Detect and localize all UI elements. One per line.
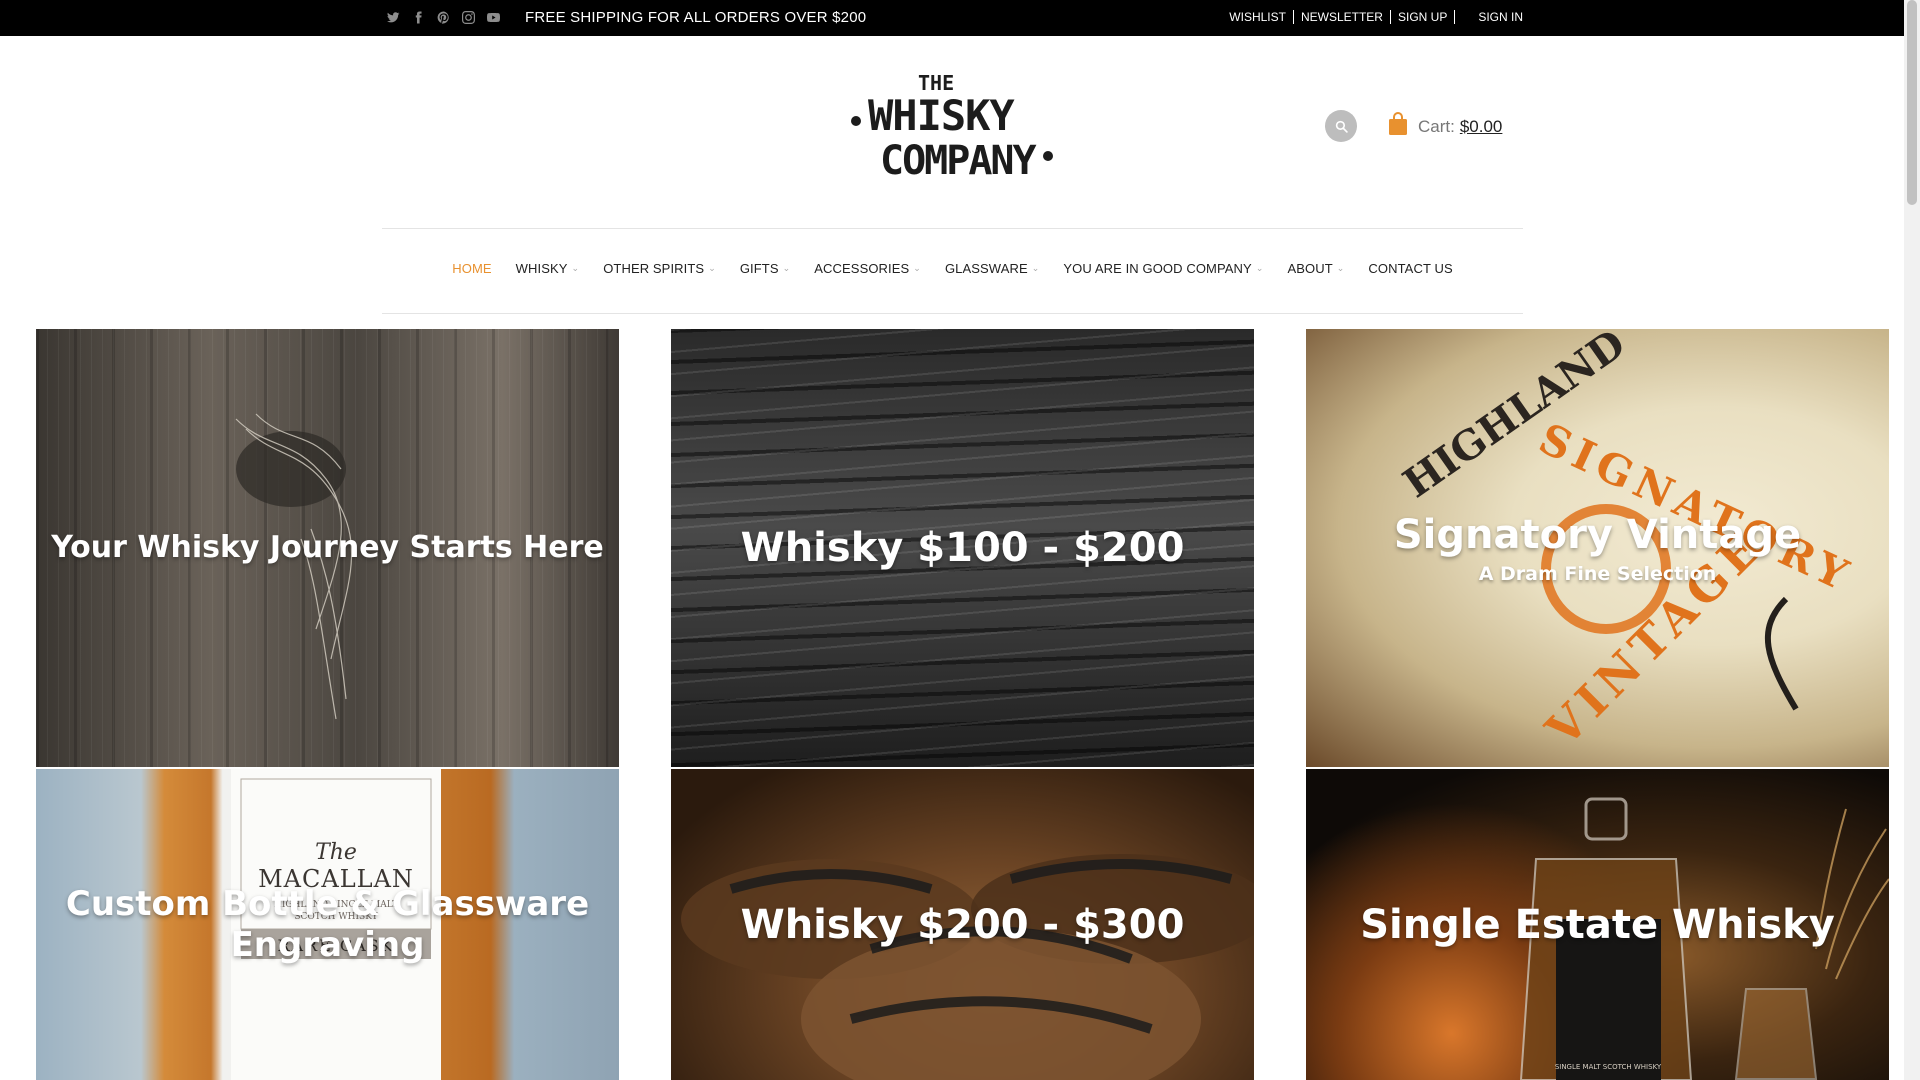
account-links: WISHLIST NEWSLETTER SIGN UP SIGN IN	[1229, 10, 1523, 24]
chevron-down-icon: ⌄	[708, 262, 716, 273]
twitter-icon[interactable]	[385, 9, 402, 26]
nav-item-home[interactable]: HOME	[440, 261, 503, 276]
social-links	[385, 9, 502, 26]
tile-subtitle: A Dram Fine Selection	[1478, 563, 1717, 585]
search-button[interactable]	[1325, 110, 1357, 142]
svg-text:The: The	[315, 840, 357, 865]
tile-single-estate[interactable]: SINGLE MALT SCOTCH WHISKY Single Estate …	[1306, 769, 1889, 1080]
tile-title: Whisky $200 - $300	[740, 901, 1185, 948]
signup-link[interactable]: SIGN UP	[1398, 10, 1447, 24]
cart-label: Cart:	[1418, 116, 1455, 136]
tile-title: Signatory Vintage	[1393, 512, 1802, 558]
page-scrollbar[interactable]	[1904, 0, 1920, 1080]
divider	[1292, 10, 1294, 24]
chevron-down-icon: ⌄	[1031, 262, 1040, 273]
chevron-down-icon: ⌄	[571, 262, 580, 273]
main-navigation: HOME WHISKY ⌄ OTHER SPIRITS ⌄ GIFTS ⌄ ACCES…	[382, 228, 1523, 308]
pinterest-icon[interactable]	[435, 9, 452, 26]
nav-item-gifts[interactable]: GIFTS ⌄	[728, 261, 802, 276]
tile-whisky-200-300[interactable]: Whisky $200 - $300	[671, 769, 1254, 1080]
top-bar: FREE SHIPPING FOR ALL ORDERS OVER $200 W…	[0, 0, 1904, 36]
newsletter-link[interactable]: NEWSLETTER	[1301, 10, 1383, 24]
wishlist-link[interactable]: WISHLIST	[1229, 10, 1286, 24]
facebook-icon[interactable]	[410, 9, 427, 26]
tile-title-line1: Custom Bottle & Glassware	[65, 883, 590, 924]
tile-title: Whisky $100 - $200	[740, 525, 1185, 571]
youtube-icon[interactable]	[485, 9, 502, 26]
chevron-down-icon: ⌄	[1336, 262, 1345, 273]
search-icon	[1335, 120, 1348, 133]
svg-text:COMPANY: COMPANY	[880, 138, 1036, 184]
chevron-down-icon: ⌄	[782, 262, 791, 273]
tile-title: Your Whisky Journey Starts Here	[51, 530, 604, 565]
nav-item-good-company[interactable]: YOU ARE IN GOOD COMPANY ⌄	[1051, 261, 1275, 276]
signin-link[interactable]: SIGN IN	[1478, 10, 1523, 24]
tile-custom-engraving[interactable]: The MACALLAN HIGHLAND SINGLE MALT SCOTCH…	[36, 769, 619, 1080]
free-shipping-promo: FREE SHIPPING FOR ALL ORDERS OVER $200	[525, 9, 867, 26]
cart-summary[interactable]: Cart: $0.00	[1388, 112, 1502, 141]
cart-total[interactable]: $0.00	[1460, 117, 1503, 136]
nav-item-contact-us[interactable]: CONTACT US	[1356, 261, 1464, 276]
shopping-bag-icon	[1388, 112, 1408, 141]
tile-title: Single Estate Whisky	[1360, 901, 1835, 948]
nav-item-glassware[interactable]: GLASSWARE ⌄	[933, 261, 1051, 276]
tile-whisky-journey[interactable]: Your Whisky Journey Starts Here	[36, 329, 619, 767]
tile-signatory-vintage[interactable]: HIGHLAND SIGNATORY VINTAGE Signatory Vin…	[1306, 329, 1889, 767]
site-logo[interactable]: THE WHISKY COMPANY	[848, 66, 1058, 196]
tile-title-line2: Engraving	[230, 924, 425, 965]
nav-item-about[interactable]: ABOUT ⌄	[1275, 261, 1356, 276]
instagram-icon[interactable]	[460, 9, 477, 26]
divider	[1454, 10, 1456, 24]
nav-item-whisky[interactable]: WHISKY ⌄	[504, 261, 592, 276]
nav-bottom-divider	[382, 313, 1523, 314]
chevron-down-icon: ⌄	[913, 262, 921, 273]
chevron-down-icon: ⌄	[1255, 262, 1264, 273]
divider	[1389, 10, 1391, 24]
nav-item-other-spirits[interactable]: OTHER SPIRITS ⌄	[591, 261, 728, 276]
scrollbar-thumb[interactable]	[1907, 0, 1917, 205]
svg-text:WHISKY: WHISKY	[868, 91, 1015, 140]
svg-text:SINGLE MALT SCOTCH WHISKY: SINGLE MALT SCOTCH WHISKY	[1555, 1063, 1662, 1071]
nav-item-accessories[interactable]: ACCESSORIES ⌄	[802, 261, 933, 276]
tile-whisky-100-200[interactable]: Whisky $100 - $200	[671, 329, 1254, 767]
